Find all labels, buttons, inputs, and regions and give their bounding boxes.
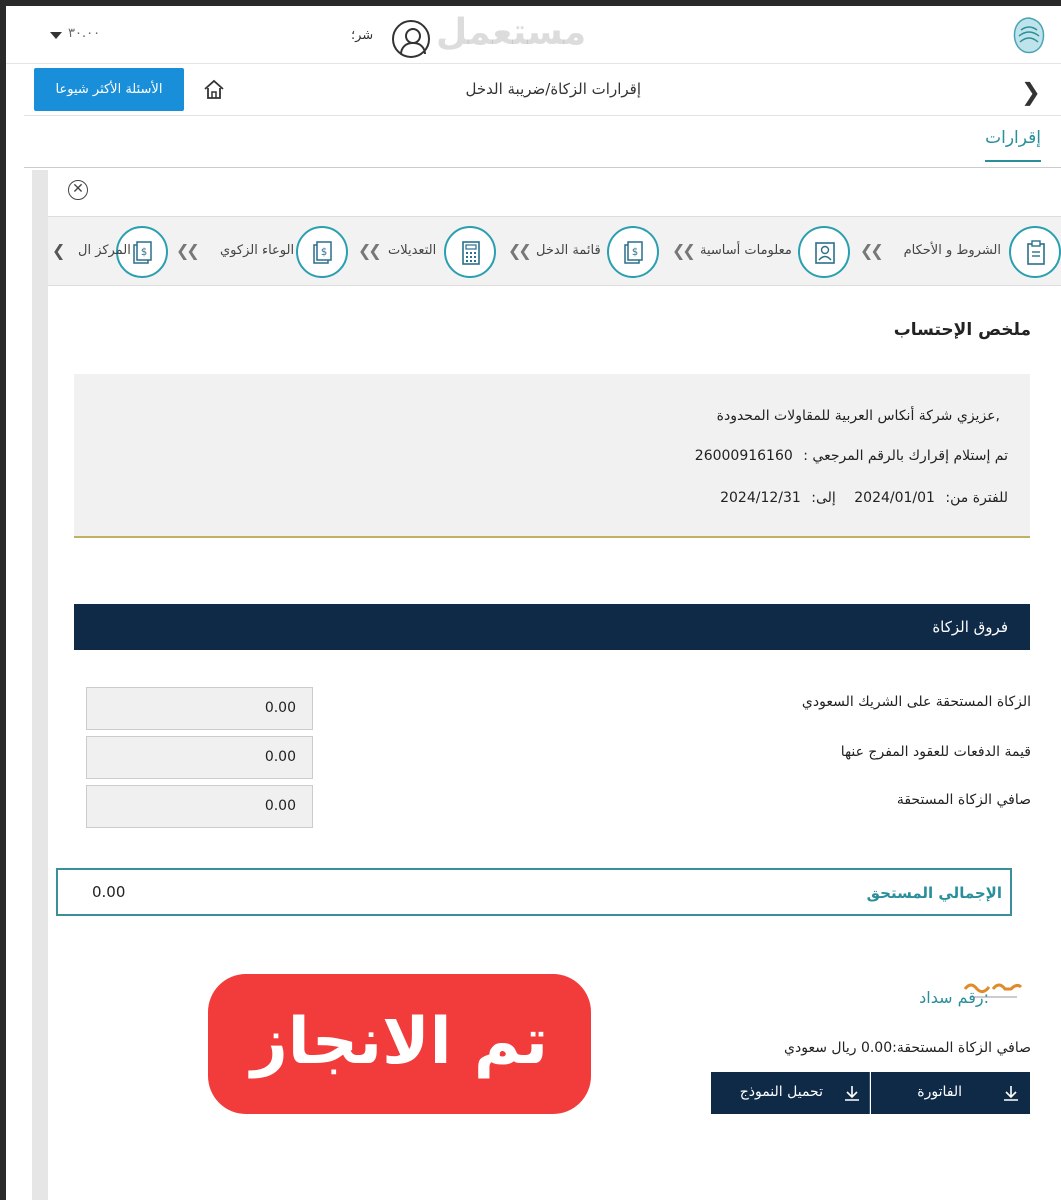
double-chevron-icon: ❮❮ xyxy=(176,241,200,260)
user-name[interactable]: شر؛ xyxy=(351,28,373,43)
released-contracts-field: 0.00 xyxy=(86,736,313,779)
download-form-button[interactable]: تحميل النموذج xyxy=(711,1072,870,1114)
field-label: قيمة الدفعات للعقود المفرج عنها xyxy=(840,744,1031,760)
double-chevron-icon: ❮❮ xyxy=(508,241,532,260)
period-from-label: للفترة من: xyxy=(945,490,1008,506)
period-line: للفترة من: 2024/01/01 إلى: 2024/12/31 xyxy=(720,490,1008,506)
total-due-label: الإجمالي المستحق xyxy=(866,884,1002,902)
money-doc-icon: $ xyxy=(607,226,659,278)
calculator-icon xyxy=(444,226,496,278)
chevron-down-icon[interactable] xyxy=(50,32,62,39)
account-selector-value[interactable]: ٣٠.٠٠ xyxy=(68,26,100,41)
total-due-value: 0.00 xyxy=(92,883,126,901)
user-card-icon xyxy=(798,226,850,278)
close-icon[interactable]: ✕ xyxy=(68,180,88,200)
step-label: الشروط و الأحكام xyxy=(903,243,1001,258)
step-income-statement[interactable]: $ قائمة الدخل xyxy=(528,226,659,278)
svg-text:$: $ xyxy=(632,247,638,258)
watermark: مستعمل xyxy=(436,12,587,53)
step-label: الوعاء الزكوي xyxy=(220,243,295,258)
step-label: قائمة الدخل xyxy=(536,243,601,258)
net-zakat-text: صافي الزكاة المستحقة:0.00 ريال سعودي xyxy=(784,1040,1031,1056)
invoice-button[interactable]: الفاتورة xyxy=(871,1072,1030,1114)
double-chevron-icon: ❮❮ xyxy=(672,241,696,260)
clipboard-icon xyxy=(1009,226,1061,278)
download-icon xyxy=(845,1086,859,1101)
double-chevron-icon: ❮❮ xyxy=(358,241,382,260)
period-to-label: إلى: xyxy=(811,490,836,506)
greeting-line: عزيزي شركة أنكاس العربية للمقاولات المحد… xyxy=(717,408,1008,424)
completed-badge: تم الانجاز xyxy=(208,974,591,1114)
step-label: التعديلات xyxy=(388,243,437,258)
zakat-differences-title: فروق الزكاة xyxy=(932,618,1008,636)
nav-bar: ❯ إقرارات الزكاة/ضريبة الدخل الأسئلة الأ… xyxy=(24,64,1061,116)
net-zakat-field: 0.00 xyxy=(86,785,313,828)
reference-number: 26000916160 xyxy=(694,448,793,464)
section-title: ملخص الإحتساب xyxy=(893,320,1031,340)
step-zakat-base[interactable]: $ الوعاء الزكوي xyxy=(216,226,351,278)
step-financial-position[interactable]: $ المركز ال xyxy=(78,226,170,278)
svg-text:$: $ xyxy=(141,247,147,258)
field-label: الزكاة المستحقة على الشريك السعودي xyxy=(801,694,1031,710)
step-terms[interactable]: الشروط و الأحكام xyxy=(861,226,1061,278)
zakat-differences-header: فروق الزكاة xyxy=(74,604,1030,650)
wizard-stepper: ❮ الشروط و الأحكام ❮❮ معلومات أساسية ❮❮ … xyxy=(48,216,1061,286)
back-chevron-icon[interactable]: ❯ xyxy=(1021,78,1041,106)
download-form-label: تحميل النموذج xyxy=(739,1084,823,1100)
summary-info-box: عزيزي شركة أنكاس العربية للمقاولات المحد… xyxy=(74,374,1030,538)
window-frame-left xyxy=(0,0,6,1200)
double-chevron-icon: ❮❮ xyxy=(860,241,884,260)
step-adjustments[interactable]: التعديلات xyxy=(384,226,504,278)
zatca-logo-icon[interactable] xyxy=(1011,16,1047,56)
total-due-box: الإجمالي المستحق 0.00 xyxy=(56,868,1012,916)
home-icon[interactable] xyxy=(202,78,226,102)
page-title: إقرارات الزكاة/ضريبة الدخل xyxy=(465,80,642,98)
user-avatar-icon[interactable] xyxy=(392,20,430,58)
money-doc-icon: $ xyxy=(296,226,348,278)
zakat-saudi-partner-field: 0.00 xyxy=(86,687,313,730)
sadad-number-label: رقم سداد: xyxy=(919,988,989,1007)
step-label: معلومات أساسية xyxy=(700,243,792,258)
reference-line: تم إستلام إقرارك بالرقم المرجعي : 260009… xyxy=(695,448,1008,464)
period-to: 2024/12/31 xyxy=(720,490,801,506)
tabs: إقرارات xyxy=(24,116,1061,168)
greeting-label: عزيزي xyxy=(956,408,996,424)
svg-text:$: $ xyxy=(321,247,327,258)
invoice-button-label: الفاتورة xyxy=(917,1084,962,1100)
top-bar: مستعمل شر؛ ٣٠.٠٠ xyxy=(6,6,1061,64)
field-label: صافي الزكاة المستحقة xyxy=(896,792,1031,808)
tab-returns[interactable]: إقرارات xyxy=(985,128,1041,162)
faq-button[interactable]: الأسئلة الأكثر شيوعا xyxy=(34,68,184,111)
scroll-left-chevron-icon[interactable]: ❮ xyxy=(52,241,65,260)
period-from: 2024/01/01 xyxy=(854,490,935,506)
download-icon xyxy=(1004,1086,1018,1101)
step-label: المركز ال xyxy=(78,243,131,258)
reference-label: تم إستلام إقرارك بالرقم المرجعي : xyxy=(803,448,1008,464)
side-scroll-strip xyxy=(32,170,48,1200)
